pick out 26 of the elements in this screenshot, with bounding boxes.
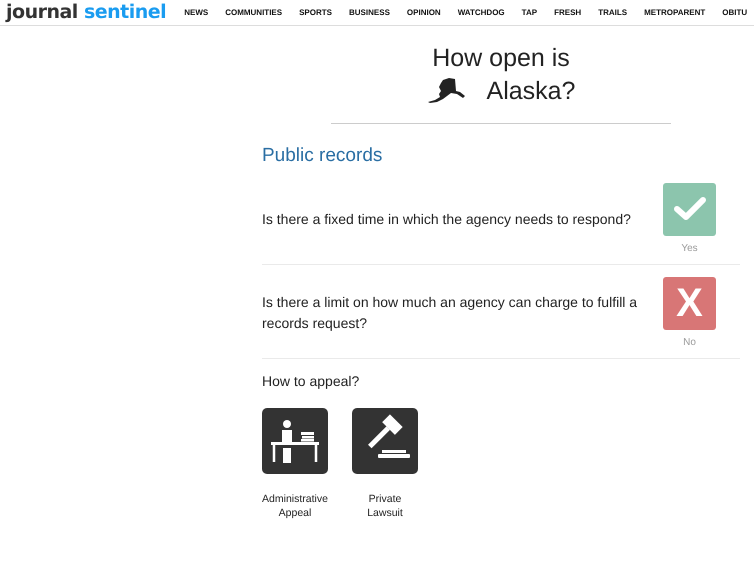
option-label: Private Lawsuit bbox=[366, 492, 404, 520]
nav-link[interactable]: BUSINESS bbox=[349, 6, 390, 18]
section-heading: Public records bbox=[262, 144, 384, 168]
nav-link[interactable]: OBITU bbox=[722, 6, 748, 18]
desk-worker-icon bbox=[262, 408, 328, 474]
nav-link[interactable]: SPORTS bbox=[299, 6, 332, 18]
appeal-heading: How to appeal? bbox=[262, 372, 360, 391]
x-mark: X bbox=[676, 283, 703, 323]
nav-link[interactable]: COMMUNITIES bbox=[225, 6, 282, 18]
title-text: How open is bbox=[431, 43, 571, 74]
nav-link[interactable]: METROPARENT bbox=[644, 6, 706, 18]
nav-link[interactable]: OPINION bbox=[406, 6, 441, 18]
question-text: Is there a fixed time in which the agency needs to respond? bbox=[262, 210, 631, 229]
option-label: Administrative Appeal bbox=[261, 492, 329, 520]
nav-link[interactable]: TRAILS bbox=[598, 6, 628, 18]
nav-link[interactable]: NEWS bbox=[184, 6, 208, 18]
checkmark-icon bbox=[672, 196, 706, 222]
gavel-icon bbox=[352, 408, 418, 474]
nav-link[interactable]: FRESH bbox=[554, 6, 582, 18]
title-text: Alaska? bbox=[486, 76, 576, 106]
question-text: Is there a limit on how much an agency can charge to fulfill a records request? bbox=[262, 293, 638, 333]
answer-label: No bbox=[683, 336, 696, 350]
site-logo[interactable]: journal sentinel bbox=[6, 3, 166, 22]
nav-link[interactable]: WATCHDOG bbox=[458, 6, 505, 18]
nav-link[interactable]: TAP bbox=[522, 6, 538, 18]
answer-label: Yes bbox=[681, 242, 698, 256]
